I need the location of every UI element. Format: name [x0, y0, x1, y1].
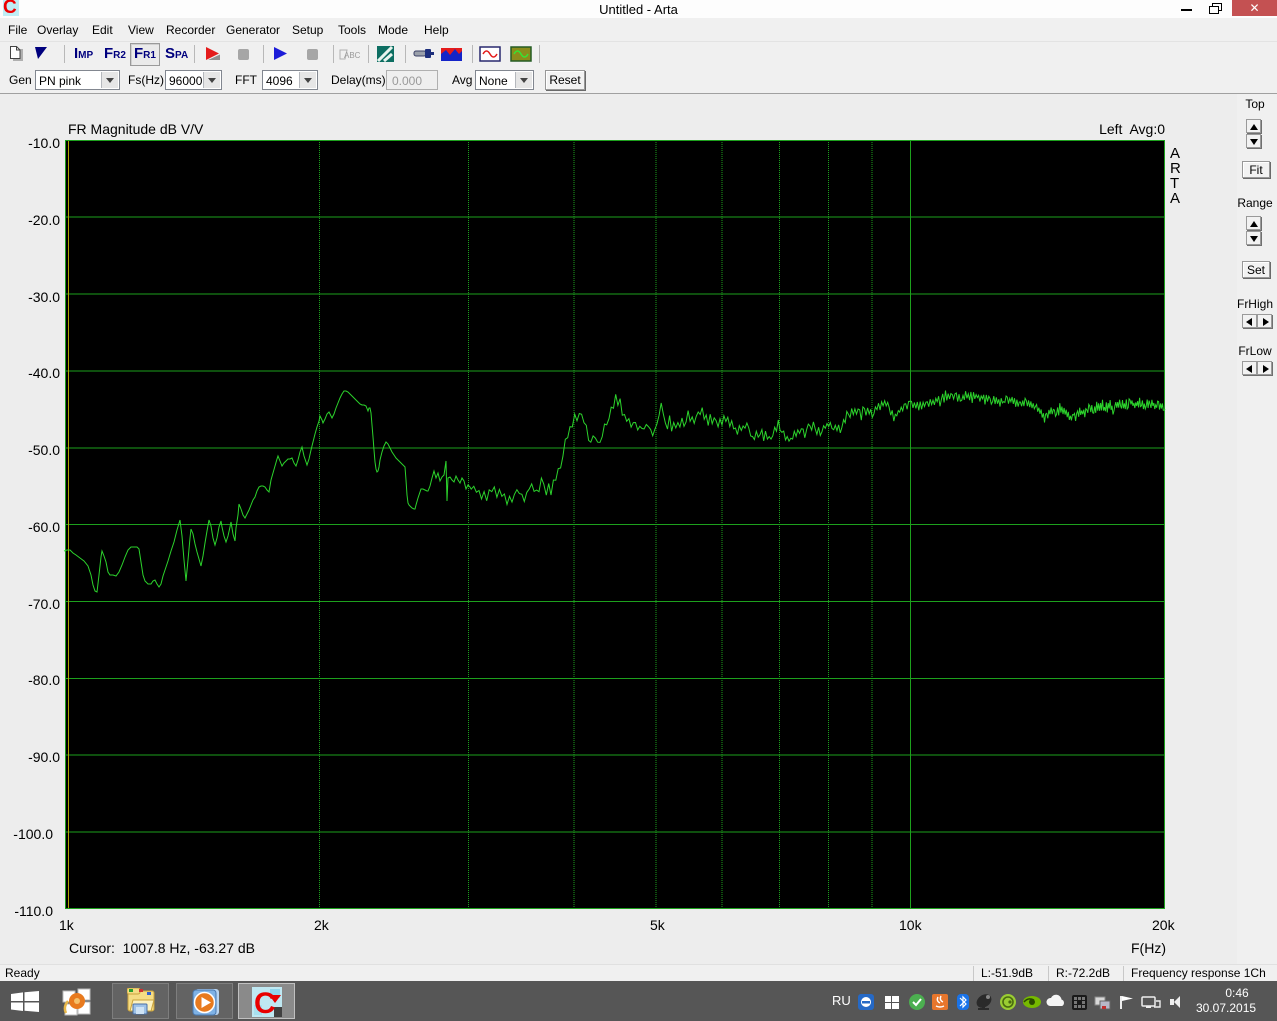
svg-text:C: C: [254, 987, 276, 1017]
svg-text:ABC: ABC: [344, 51, 361, 60]
